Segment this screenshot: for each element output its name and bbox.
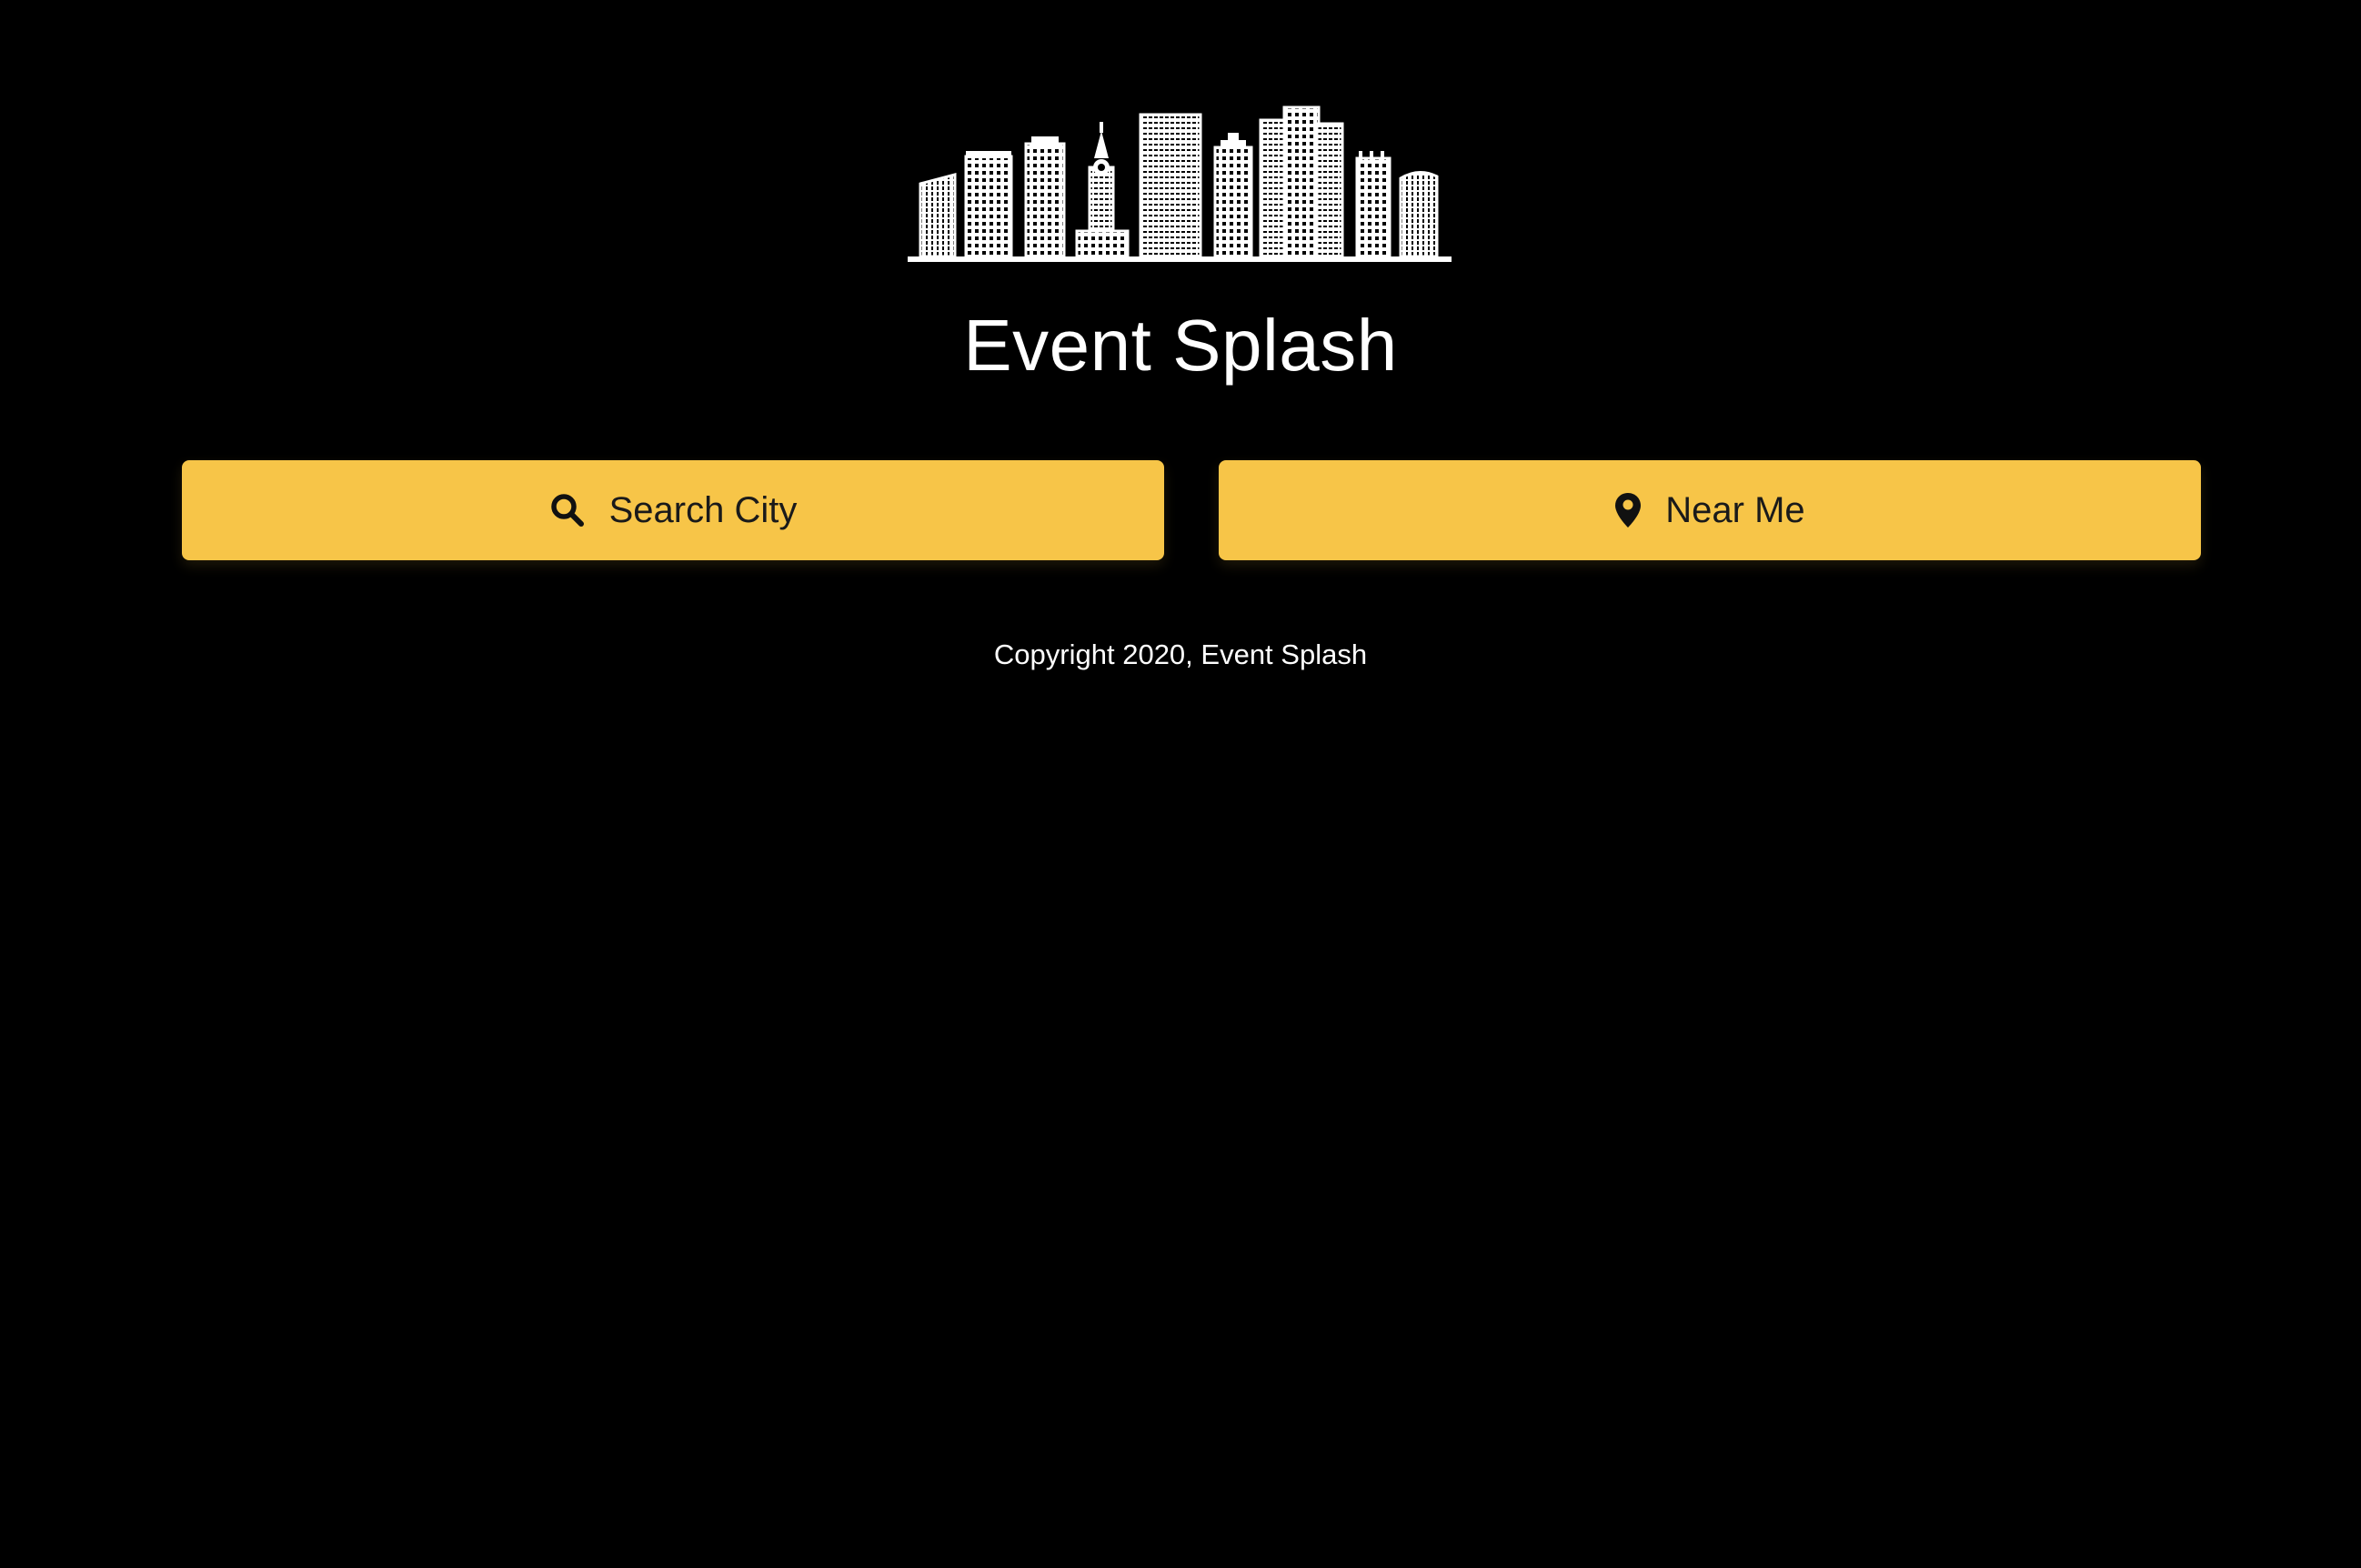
search-icon <box>549 492 586 528</box>
map-pin-icon <box>1614 492 1642 528</box>
landing-page: Event Splash Search City Near Me Copyrig… <box>0 0 2361 1568</box>
copyright-footer: Copyright 2020, Event Splash <box>993 638 1368 670</box>
app-title: Event Splash <box>963 305 1398 386</box>
search-city-label: Search City <box>608 490 798 530</box>
near-me-label: Near Me <box>1665 490 1805 530</box>
city-skyline-icon <box>908 104 1452 264</box>
search-city-button[interactable]: Search City <box>182 460 1164 560</box>
near-me-button[interactable]: Near Me <box>1219 460 2201 560</box>
